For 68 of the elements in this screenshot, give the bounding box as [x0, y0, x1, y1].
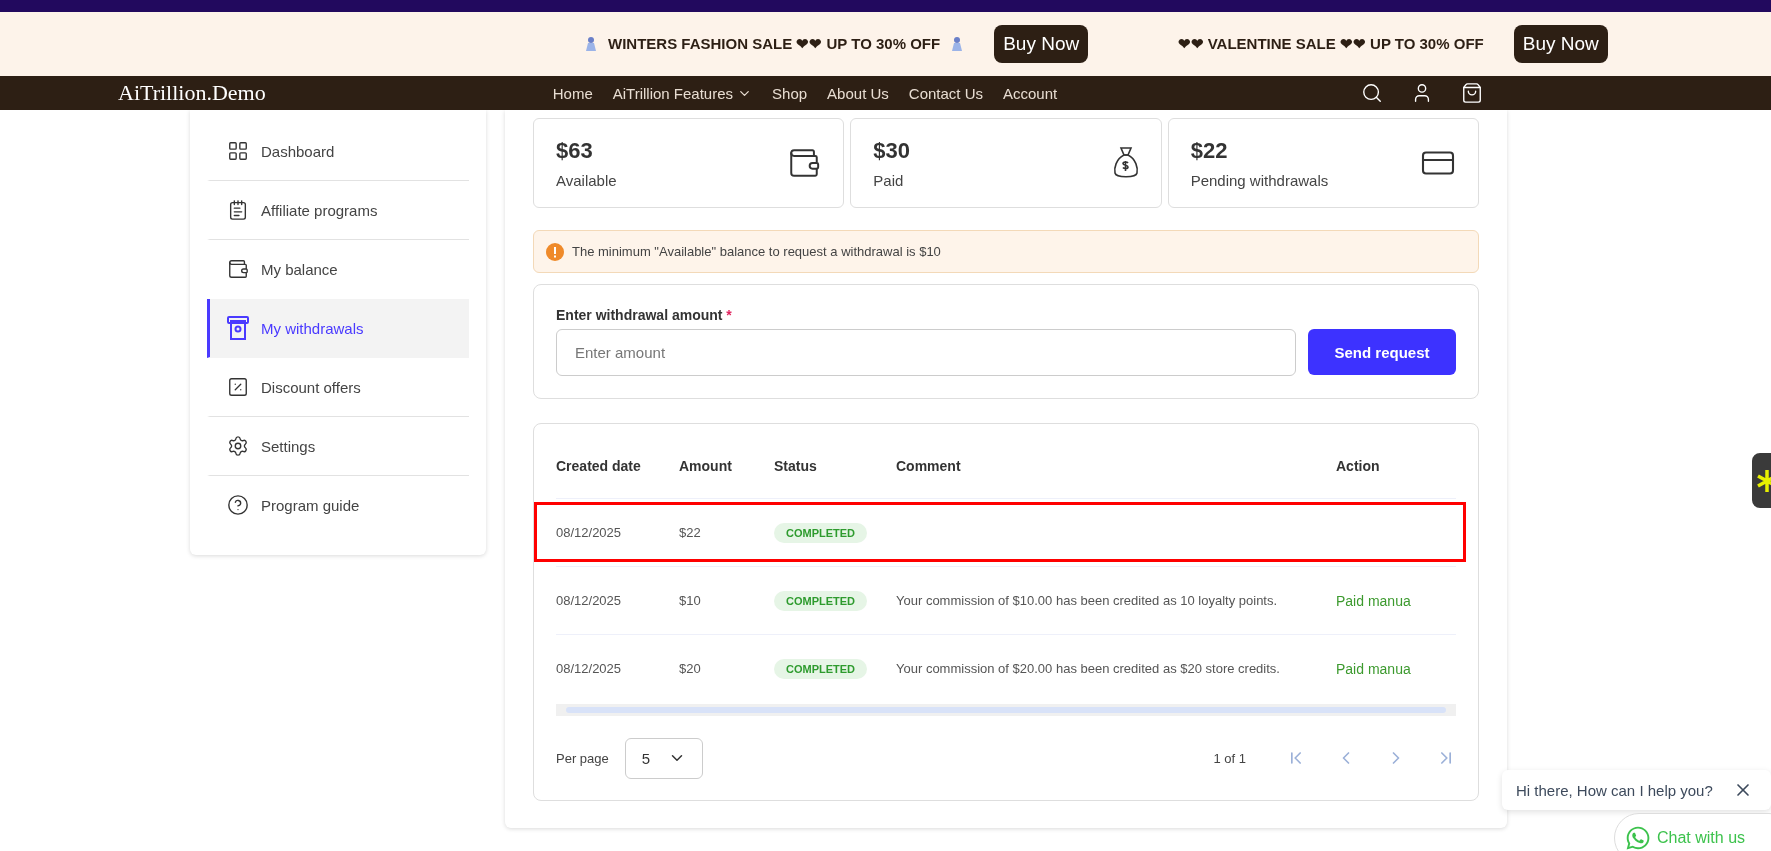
amount-cell-text: $22: [679, 524, 702, 542]
action-text: Paid manua: [1336, 592, 1411, 609]
warning-text: The minimum "Available" balance to request a withdrawal is $10: [572, 244, 941, 259]
buy-now-button[interactable]: Buy Now: [994, 25, 1089, 63]
status-badge: COMPLETED: [774, 590, 868, 611]
figure-icon: [584, 36, 598, 52]
column-header: Status: [774, 457, 818, 476]
column-header: Amount: [679, 457, 733, 476]
stat-label: Available: [556, 171, 617, 189]
amount-cell-text: $20: [679, 660, 702, 678]
sale-text: ❤❤ VALENTINE SALE ❤❤ UP TO 30% OFF: [1177, 35, 1484, 53]
atm-icon: [227, 316, 249, 340]
figure-icon: [950, 36, 965, 52]
settings-icon: [227, 435, 249, 457]
sidebar-item[interactable]: My withdrawals: [207, 299, 469, 358]
site-logo[interactable]: AiTrillion.Demo: [118, 80, 266, 106]
nav-link[interactable]: Contact Us: [908, 84, 983, 102]
comment-text: Your commission of $10.00 has been credited as 10 loyalty points.: [896, 593, 1278, 608]
column-header: Created date: [556, 457, 642, 476]
notepad-icon: [227, 199, 249, 221]
sale-text: WINTERS FASHION SALE ❤❤ UP TO 30% OFF: [608, 35, 941, 53]
nav-link[interactable]: Shop: [772, 84, 808, 102]
sidebar-item[interactable]: My balance: [207, 240, 469, 299]
date-cell-text: 08/12/2025: [556, 592, 623, 610]
sidebar-item[interactable]: Dashboard: [207, 122, 469, 181]
wallet-icon: [787, 146, 822, 180]
search-icon[interactable]: [1361, 82, 1383, 104]
sidebar-item[interactable]: Program guide: [207, 476, 469, 535]
warning-icon: [546, 242, 564, 261]
stat-value: $63: [556, 137, 594, 164]
percent-icon: [227, 376, 249, 398]
help-icon: [227, 494, 249, 516]
sidebar-item[interactable]: Affiliate programs: [207, 181, 469, 240]
nav-link[interactable]: About Us: [827, 84, 889, 102]
amount-input-field[interactable]: Enter amount: [556, 329, 1296, 376]
chat-bubble-icon: [1625, 825, 1651, 851]
column-header: Comment: [896, 457, 962, 476]
asterisk-icon: [1756, 467, 1771, 494]
nav-link[interactable]: AiTrillion Features: [612, 84, 753, 102]
grid-icon: [227, 140, 249, 162]
chat-message: Hi there, How can I help you?: [1516, 781, 1713, 799]
money-bag-icon: [1112, 146, 1139, 180]
date-cell-text: 08/12/2025: [556, 524, 623, 542]
action-text: Paid manua: [1336, 660, 1411, 677]
stat-value: $30: [873, 137, 911, 164]
sidebar-item[interactable]: Settings: [207, 417, 469, 476]
stat-value: $22: [1190, 137, 1229, 164]
send-request-button[interactable]: Send request: [1308, 329, 1456, 375]
stat-label: Paid: [873, 171, 905, 189]
per-page-label: Per page: [556, 750, 609, 766]
required-mark: *: [726, 307, 732, 323]
nav-link[interactable]: Home: [552, 84, 593, 102]
amount-cell-text: $10: [679, 592, 702, 610]
stat-label: Pending withdrawals: [1190, 171, 1329, 189]
buy-now-button[interactable]: Buy Now: [1513, 25, 1608, 63]
horizontal-scrollbar[interactable]: [556, 704, 1456, 716]
nav-link[interactable]: Account: [1003, 84, 1058, 102]
page-info: 1 of 1: [1213, 750, 1246, 766]
per-page-select[interactable]: 5: [624, 737, 703, 779]
status-badge: COMPLETED: [774, 522, 868, 543]
status-badge: COMPLETED: [774, 658, 868, 679]
comment-text: Your commission of $20.00 has been credited as $20 store credits.: [896, 661, 1280, 676]
column-header: Action: [1336, 457, 1381, 476]
sidebar-item[interactable]: Discount offers: [207, 358, 469, 417]
cart-icon[interactable]: [1461, 82, 1483, 104]
wallet-icon: [227, 258, 249, 280]
field-label: Enter withdrawal amount *: [556, 307, 733, 323]
date-cell-text: 08/12/2025: [556, 660, 623, 678]
